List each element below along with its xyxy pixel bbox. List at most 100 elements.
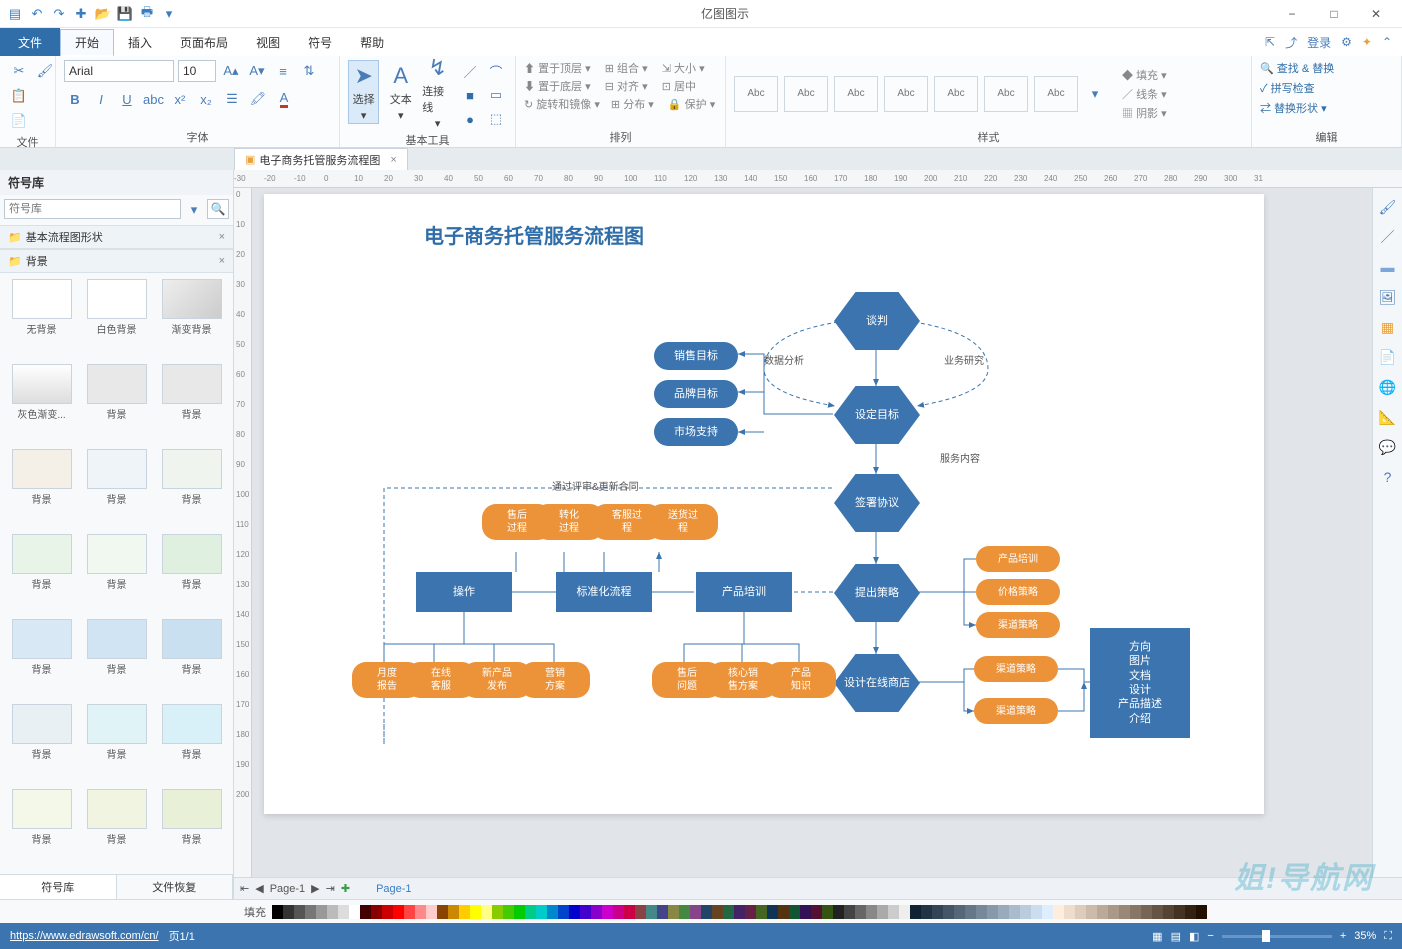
color-swatch[interactable] [591,905,602,919]
color-swatch[interactable] [998,905,1009,919]
color-swatch[interactable] [437,905,448,919]
maximize-button[interactable]: □ [1314,2,1354,26]
export-icon[interactable]: ⇱ [1265,35,1275,49]
chat-icon[interactable]: 💬 [1377,436,1399,458]
node-ops[interactable]: 操作 [416,572,512,612]
color-swatch[interactable] [679,905,690,919]
thumbnail-item[interactable]: 背景 [6,534,77,613]
style-preset-4[interactable]: Abc [934,76,978,112]
share-icon[interactable]: ⤴ [1285,34,1297,51]
color-swatch[interactable] [1174,905,1185,919]
color-swatch[interactable] [1119,905,1130,919]
thumbnail-item[interactable]: 背景 [156,789,227,868]
search-dropdown-icon[interactable]: ▾ [183,199,205,221]
thumbnail-item[interactable]: 背景 [81,449,152,528]
style-preset-3[interactable]: Abc [884,76,928,112]
node-ship-p[interactable]: 送货过 程 [648,504,718,540]
linespace-icon[interactable]: ⇅ [298,60,320,82]
close-tab-icon[interactable]: × [390,154,396,166]
text-tool[interactable]: A文本▾ [385,60,416,124]
node-train[interactable]: 产品培训 [696,572,792,612]
strike-button[interactable]: abc [142,88,165,110]
color-swatch[interactable] [602,905,613,919]
first-page-icon[interactable]: ⇤ [240,882,249,895]
thumbnail-item[interactable]: 灰色渐变... [6,364,77,443]
new-icon[interactable]: ✚ [72,5,90,23]
status-url[interactable]: https://www.edrawsoft.com/cn/ [10,930,159,942]
thumbnail-item[interactable]: 白色背景 [81,279,152,358]
color-swatch[interactable] [668,905,679,919]
line-shape-icon[interactable]: ／ [459,60,481,82]
color-swatch[interactable] [558,905,569,919]
color-swatch[interactable] [470,905,481,919]
help-icon[interactable]: ? [1377,466,1399,488]
thumbnail-item[interactable]: 背景 [6,449,77,528]
next-page-icon[interactable]: ▶ [311,882,319,895]
select-tool[interactable]: ➤选择▾ [348,60,379,124]
color-swatch[interactable] [976,905,987,919]
style-preset-0[interactable]: Abc [734,76,778,112]
options-icon[interactable]: ▾ [160,5,178,23]
protect-icon[interactable]: 🔒 保护 ▾ [668,96,715,112]
send-bottom-icon[interactable]: ⬇ 置于底层 ▾ [524,78,591,94]
group-icon[interactable]: ⊞ 组合 ▾ [605,60,648,76]
globe-icon[interactable]: 🌐 [1377,376,1399,398]
color-swatch[interactable] [503,905,514,919]
spellcheck-button[interactable]: ✓ 拼写检查 [1260,80,1334,96]
node-std[interactable]: 标准化流程 [556,572,652,612]
bring-top-icon[interactable]: ⬆ 置于顶层 ▾ [524,60,591,76]
thumbnail-item[interactable]: 背景 [81,704,152,783]
cube-icon[interactable]: ✦ [1362,35,1372,49]
style-preset-5[interactable]: Abc [984,76,1028,112]
file-menu[interactable]: 文件 [0,28,60,56]
color-swatch[interactable] [910,905,921,919]
add-page-icon[interactable]: ✚ [341,882,350,895]
color-swatch[interactable] [426,905,437,919]
dec-font-icon[interactable]: A▾ [246,60,268,82]
color-swatch[interactable] [1075,905,1086,919]
color-swatch[interactable] [899,905,910,919]
line-button[interactable]: ／ 线条 ▾ [1122,86,1167,102]
color-swatch[interactable] [536,905,547,919]
color-swatch[interactable] [327,905,338,919]
zoom-slider[interactable] [1222,935,1332,938]
rect2-icon[interactable]: ▭ [485,84,507,106]
node-channel[interactable]: 渠道策略 [976,612,1060,638]
thumbnail-item[interactable]: 背景 [156,449,227,528]
search-input[interactable] [4,199,181,219]
save-icon[interactable]: 💾 [116,5,134,23]
color-swatch[interactable] [723,905,734,919]
copy-icon[interactable]: 📋 [8,85,30,107]
node-channel2[interactable]: 渠道策略 [974,656,1058,682]
color-swatch[interactable] [624,905,635,919]
color-swatch[interactable] [547,905,558,919]
tab-layout[interactable]: 页面布局 [166,28,242,56]
thumbnail-item[interactable]: 背景 [156,619,227,698]
color-swatch[interactable] [1196,905,1207,919]
node-sales-goal[interactable]: 销售目标 [654,342,738,370]
minimize-button[interactable]: − [1272,2,1312,26]
color-swatch[interactable] [745,905,756,919]
zoom-in-icon[interactable]: + [1340,930,1346,942]
subscript-button[interactable]: x₂ [195,88,217,110]
tab-insert[interactable]: 插入 [114,28,166,56]
color-swatch[interactable] [1064,905,1075,919]
color-swatch[interactable] [448,905,459,919]
last-page-icon[interactable]: ⇥ [326,882,335,895]
fill-button[interactable]: ◆ 填充 ▾ [1122,67,1167,83]
color-swatch[interactable] [789,905,800,919]
color-swatch[interactable] [800,905,811,919]
color-swatch[interactable] [338,905,349,919]
node-mktplan[interactable]: 营销 方案 [520,662,590,698]
thumbnail-item[interactable]: 背景 [156,704,227,783]
align-icon2[interactable]: ⊟ 对齐 ▾ [605,78,648,94]
color-swatch[interactable] [1130,905,1141,919]
color-swatch[interactable] [657,905,668,919]
tab-symbol[interactable]: 符号 [294,28,346,56]
highlight-icon[interactable]: 🖍 [247,88,269,110]
crop-icon[interactable]: ⬚ [485,108,507,130]
color-swatch[interactable] [987,905,998,919]
color-swatch[interactable] [514,905,525,919]
color-swatch[interactable] [932,905,943,919]
center-icon[interactable]: ⊡ 居中 [662,78,696,94]
